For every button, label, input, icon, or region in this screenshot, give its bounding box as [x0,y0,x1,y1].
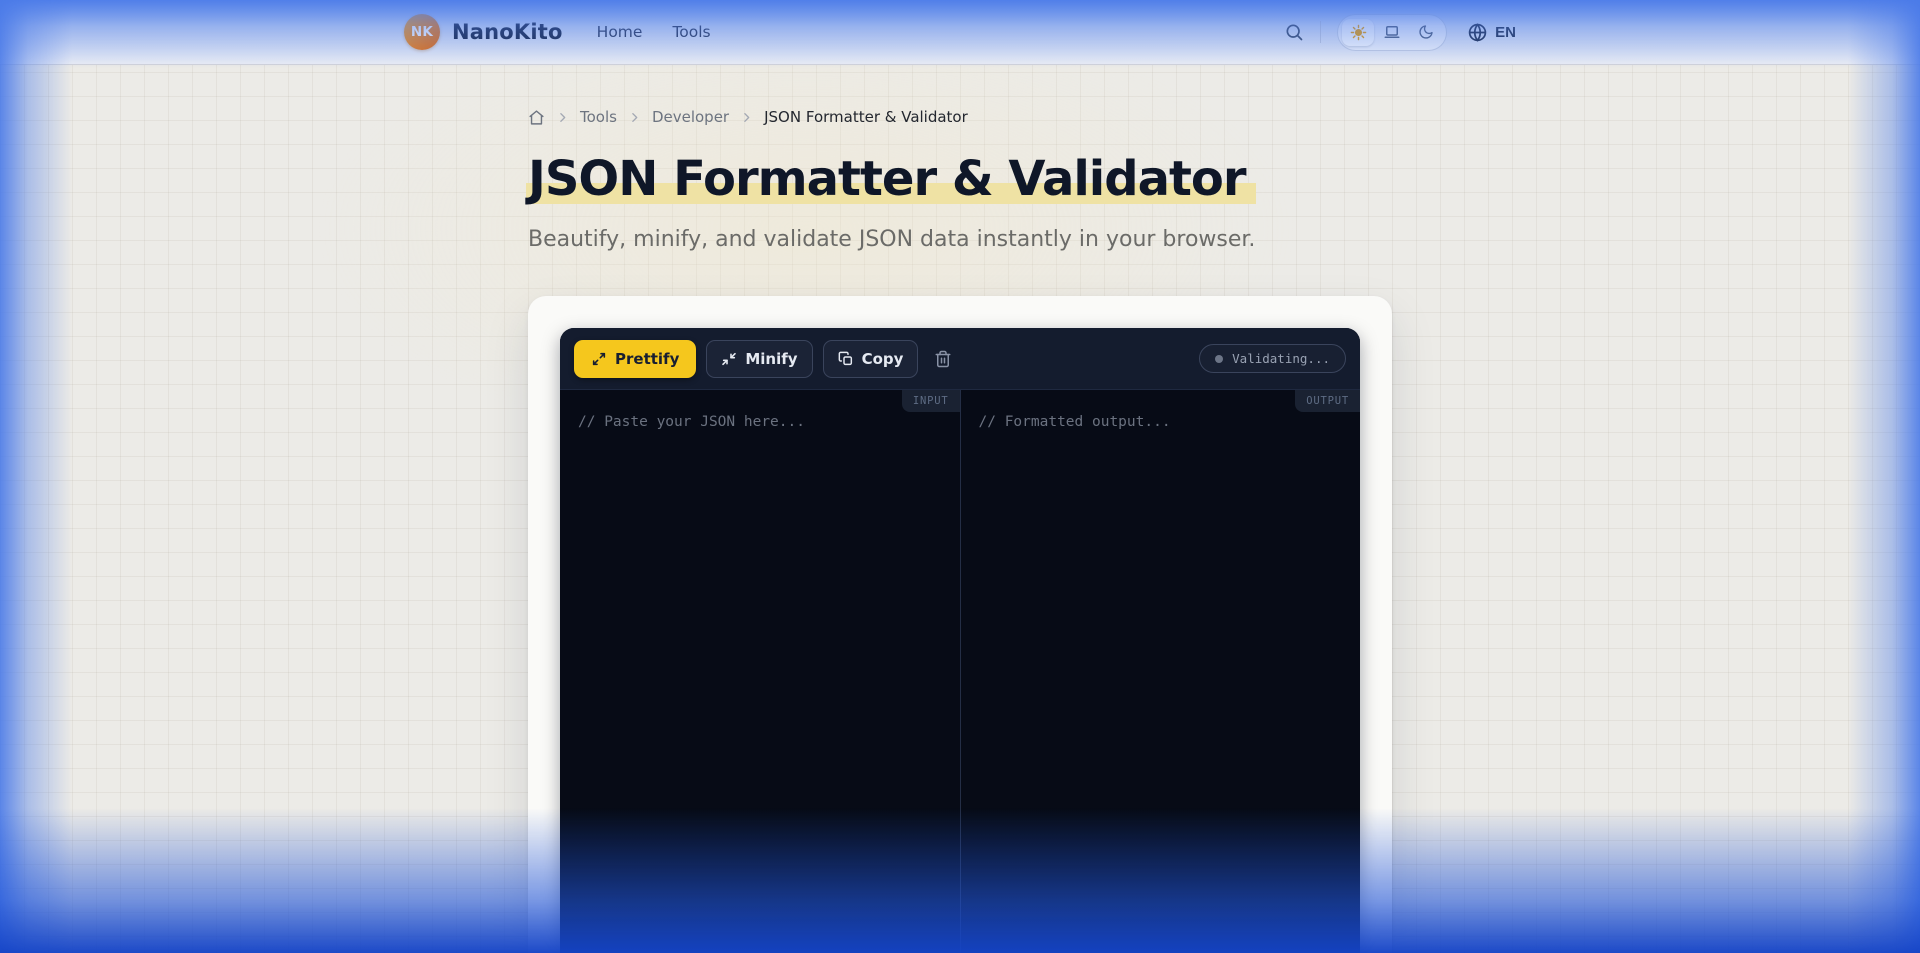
output-pane: OUTPUT [960,390,1361,953]
globe-icon [1467,22,1488,43]
clear-button[interactable] [934,350,952,368]
trash-icon [934,350,952,368]
collapse-arrows-icon [721,351,737,367]
search-icon [1284,22,1304,42]
breadcrumb-current: JSON Formatter & Validator [764,108,968,126]
json-output-textarea[interactable] [961,390,1361,953]
language-label: EN [1495,24,1516,41]
navbar: NK NanoKito Home Tools [0,0,1920,65]
breadcrumb: Tools Developer JSON Formatter & Validat… [528,108,1392,126]
json-tool-panel: Prettify Minify Copy [560,328,1360,953]
output-pane-tag: OUTPUT [1295,390,1360,412]
laptop-icon [1383,23,1401,41]
prettify-button[interactable]: Prettify [574,340,696,378]
expand-arrows-icon [591,351,607,367]
chevron-right-icon [740,111,753,124]
sun-icon [1350,24,1367,41]
chevron-right-icon [628,111,641,124]
breadcrumb-item-developer[interactable]: Developer [652,108,729,126]
input-pane: INPUT [560,390,960,953]
chevron-right-icon [556,111,569,124]
brand-name[interactable]: NanoKito [452,20,563,44]
status-dot-icon [1215,355,1223,363]
prettify-label: Prettify [615,350,679,368]
moon-icon [1418,24,1434,40]
theme-switcher [1337,14,1447,51]
copy-button[interactable]: Copy [823,340,919,378]
minify-button[interactable]: Minify [706,340,812,378]
theme-system-button[interactable] [1376,19,1408,46]
minify-label: Minify [745,350,797,368]
main-nav: Home Tools [597,23,711,41]
validation-status-badge: Validating... [1199,344,1346,373]
theme-light-button[interactable] [1342,19,1374,46]
search-button[interactable] [1284,22,1304,42]
copy-label: Copy [862,350,904,368]
home-icon [528,109,545,126]
input-pane-tag: INPUT [902,390,960,412]
nav-item-tools[interactable]: Tools [672,23,710,41]
theme-dark-button[interactable] [1410,19,1442,46]
editor-split-view: INPUT OUTPUT [560,390,1360,953]
brand-logo[interactable]: NK [404,14,440,50]
breadcrumb-home-button[interactable] [528,109,545,126]
copy-icon [838,351,854,367]
nav-item-home[interactable]: Home [597,23,643,41]
status-label: Validating... [1232,351,1330,366]
editor-toolbar: Prettify Minify Copy [560,328,1360,390]
page-subtitle: Beautify, minify, and validate JSON data… [528,227,1392,252]
page-title: JSON Formatter & Validator [528,152,1392,207]
language-selector[interactable]: EN [1467,22,1516,43]
tool-card: Prettify Minify Copy [528,296,1392,953]
json-input-textarea[interactable] [560,390,960,953]
breadcrumb-item-tools[interactable]: Tools [580,108,617,126]
nav-divider [1320,21,1321,43]
